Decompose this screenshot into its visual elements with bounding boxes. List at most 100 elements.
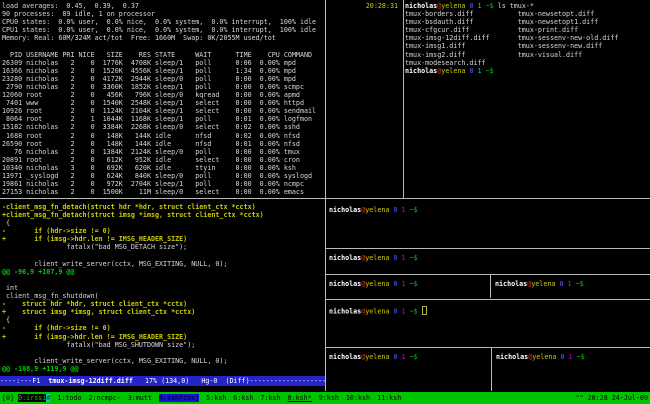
status-window-item[interactable]: 5:ksh: [206, 394, 226, 402]
status-session-name: [0]: [0, 394, 18, 402]
modeline-position-info: 17% (134,0) Hg-0 (Diff): [133, 377, 250, 385]
editor-line: [2, 276, 325, 284]
terminal-line: PID USERNAME PRI NICE SIZE RES STATE WAI…: [2, 51, 324, 59]
terminal-line: 19861 nicholas 2 0 972K 2704K sleep/1 po…: [2, 180, 324, 188]
shell-prompt: nicholas@yelena 0 1 ~$: [405, 67, 650, 75]
terminal-line: 90 processes: 89 idle, 1 on processor: [2, 10, 324, 18]
emacs-editor-pane[interactable]: -client_msg_fn_detach(struct hdr *hdr, s…: [0, 200, 325, 391]
tmux-terminal-screen: load averages: 0.45, 0.39, 0.3790 proces…: [0, 0, 650, 404]
editor-line: - if (hdr->size != 0): [2, 227, 325, 235]
modeline-dashes: ----:---F1: [0, 377, 48, 385]
pane-divider-vertical-fg: [491, 348, 492, 391]
terminal-line: 12060 root 2 0 456K 796K sleep/0 kqread …: [2, 91, 324, 99]
status-window-item[interactable]: 0:irssi#: [18, 394, 50, 402]
editor-line: [2, 252, 325, 260]
shell-pane-a[interactable]: nicholas@yelena 0 1 ~$: [326, 199, 650, 254]
status-window-item[interactable]: 11:ksh: [377, 394, 401, 402]
editor-line: [2, 349, 325, 357]
editor-line: client_write_server(cctx, MSG_EXITING, N…: [2, 357, 325, 365]
editor-line: + if (imsg->hdr.len != IMSG_HEADER_SIZE): [2, 235, 325, 243]
terminal-line: 10340 nicholas 3 0 692K 620K idle ttyin …: [2, 164, 324, 172]
prompt-user-host: nicholas@yelena 0 1 ~$: [329, 280, 418, 288]
prompt-user-host: nicholas@yelena 0 1 ~$: [329, 308, 418, 316]
emacs-modeline: ----:---F1 tmux-imsg-12diff.diff 17% (13…: [0, 376, 325, 386]
editor-line: +client_msg_fn_detach(struct imsg *imsg,…: [2, 211, 325, 219]
shell-prompt: nicholas@yelena 0 1 ~$: [326, 353, 491, 361]
emacs-minibuffer: [0, 386, 325, 391]
pane-divider-vertical-clock: [403, 0, 404, 198]
pane-divider-horizontal-1: [0, 198, 650, 199]
shell-pane-f[interactable]: nicholas@yelena 0 1 ~$: [326, 348, 491, 396]
pane-divider-vertical-cd: [490, 275, 491, 298]
terminal-line: load averages: 0.45, 0.39, 0.37: [2, 2, 324, 10]
terminal-line: 26309 nicholas 2 0 1776K 4708K sleep/1 p…: [2, 59, 324, 67]
editor-line: {: [2, 219, 325, 227]
editor-line: - if (hdr->size != 0): [2, 324, 325, 332]
shell-prompt: nicholas@yelena 0 1 ~$: [326, 254, 650, 262]
terminal-line: CPU0 states: 0.0% user, 0.0% nice, 0.0% …: [2, 18, 324, 26]
shell-prompt: nicholas@yelena 0 1 ~$: [326, 280, 490, 288]
shell-prompt: nicholas@yelena 0 1 ~$ ls tmux-*: [405, 2, 650, 10]
status-window-item[interactable]: 6:ksh: [233, 394, 253, 402]
shell-command: ls tmux-*: [494, 2, 534, 10]
terminal-line: tmux-imsg1.diff tmux-sessenv-new.diff: [405, 42, 650, 50]
editor-line: int: [2, 284, 325, 292]
shell-pane-g[interactable]: nicholas@yelena 0 1 ~$: [492, 348, 650, 396]
emacs-diff-buffer: -client_msg_fn_detach(struct hdr *hdr, s…: [0, 200, 325, 373]
terminal-line: tmux-bsdauth.diff tmux-newsetopt1.diff: [405, 18, 650, 26]
modeline-fill: ----------------------------------------…: [250, 377, 325, 385]
top-command-pane[interactable]: load averages: 0.45, 0.39, 0.3790 proces…: [2, 2, 324, 198]
editor-line: fatalx("bad MSG_DETACH size");: [2, 243, 325, 251]
terminal-line: 27153 nicholas 2 0 1500K 11M sleep/0 sel…: [2, 188, 324, 196]
pane-divider-horizontal-5: [326, 347, 650, 348]
terminal-cursor: [422, 306, 428, 315]
terminal-line: 16366 nicholas 2 0 1520K 4556K sleep/1 p…: [2, 67, 324, 75]
pane-divider-vertical-main: [325, 0, 326, 391]
status-right-clock: "" 20:28 24-Jul-09: [576, 392, 648, 404]
editor-line: + if (imsg->hdr.len != IMSG_HEADER_SIZE): [2, 333, 325, 341]
terminal-line: tmux-imsg-12diff.diff tmux-sessenv-new-o…: [405, 34, 650, 42]
tmux-status-bar: [0] 0:irssi# 1:todo 2:ncmpc- 3:mutt 4:ssh[cv…: [0, 392, 650, 404]
top-command-output: load averages: 0.45, 0.39, 0.3790 proces…: [2, 2, 324, 196]
shell-pane-active[interactable]: nicholas@yelena 0 1 ~$: [326, 300, 650, 352]
shell-prompt: nicholas@yelena 0 1 ~$: [326, 206, 650, 214]
prompt-user-host: nicholas@yelena 0 1 ~$: [329, 254, 418, 262]
terminal-line: [2, 42, 324, 50]
prompt-user-host: nicholas@yelena 0 1 ~$: [329, 206, 418, 214]
pane-divider-horizontal-2: [326, 248, 650, 249]
shell-prompt: nicholas@yelena 0 1 ~$: [492, 353, 650, 361]
terminal-line: 20891 root 2 0 612K 952K idle select 0:0…: [2, 156, 324, 164]
status-window-item[interactable]: 2:ncmpc-: [89, 394, 121, 402]
editor-line: - struct hdr *hdr, struct client_ctx *cc…: [2, 300, 325, 308]
ls-file-list: tmux-borders.diff tmux-newsetopt.difftmu…: [405, 10, 650, 67]
shell-ls-pane[interactable]: nicholas@yelena 0 1 ~$ ls tmux-* tmux-bo…: [405, 2, 650, 198]
terminal-line: 13971 _syslogd 2 0 624K 840K sleep/0 pol…: [2, 172, 324, 180]
terminal-line: 15182 nicholas 2 0 3384K 2268K sleep/0 s…: [2, 123, 324, 131]
prompt-user-host: nicholas@yelena 0 1 ~$: [405, 67, 494, 75]
terminal-line: tmux-imsg2.diff tmux-visual.diff: [405, 51, 650, 59]
terminal-line: 10926 root 2 0 1124K 2104K sleep/1 selec…: [2, 107, 324, 115]
status-window-item[interactable]: 7:ksh: [260, 394, 280, 402]
status-window-item[interactable]: 10:ksh: [346, 394, 370, 402]
status-window-item[interactable]: 8:ksh*: [288, 394, 312, 402]
status-window-item[interactable]: 1:todo: [57, 394, 81, 402]
status-window-item[interactable]: 3:mutt: [128, 394, 152, 402]
status-window-item[interactable]: 4:ssh[cvs]: [159, 394, 199, 402]
shell-prompt: nicholas@yelena 0 1 ~$: [491, 280, 650, 288]
editor-line: -client_msg_fn_detach(struct hdr *hdr, s…: [2, 203, 325, 211]
modeline-filename: tmux-imsg-12diff.diff: [48, 377, 133, 385]
terminal-line: 1688 root 2 0 148K 144K idle nfsd 0:02 0…: [2, 132, 324, 140]
clock-pane[interactable]: 20:28:31: [326, 2, 402, 198]
status-window-list: 0:irssi# 1:todo 2:ncmpc- 3:mutt 4:ssh[cvs] 5:…: [18, 394, 408, 402]
terminal-line: 76 nicholas 2 0 1384K 2124K sleep/0 poll…: [2, 148, 324, 156]
editor-line: {: [2, 316, 325, 324]
shell-prompt: nicholas@yelena 0 1 ~$: [326, 306, 650, 314]
editor-line: @@ -108,9 +119,9 @@: [2, 365, 325, 373]
pane-divider-horizontal-3: [326, 274, 650, 275]
terminal-line: 8064 root 2 1 1044K 1168K sleep/1 poll 0…: [2, 115, 324, 123]
status-window-item[interactable]: 9:ksh: [319, 394, 339, 402]
clock-time: 20:28:31: [326, 2, 402, 10]
editor-line: client_msg_fn_shutdown(: [2, 292, 325, 300]
prompt-user-host: nicholas@yelena 0 1 ~$: [405, 2, 494, 10]
terminal-line: 23280 nicholas 2 0 4172K 2944K sleep/0 p…: [2, 75, 324, 83]
